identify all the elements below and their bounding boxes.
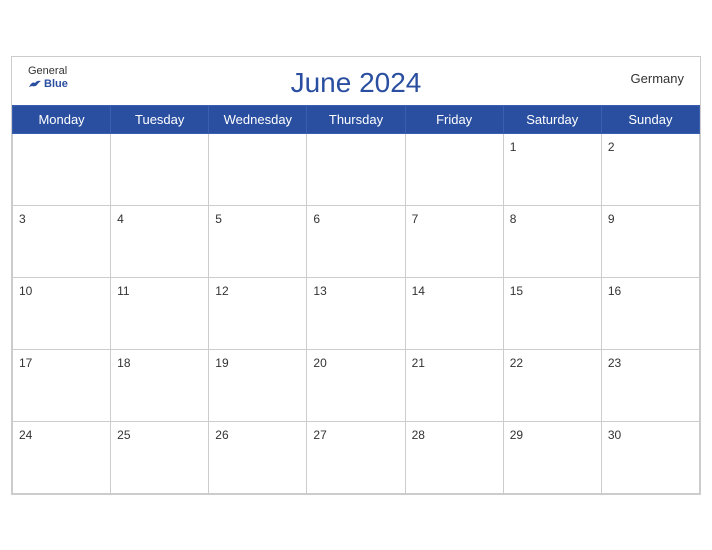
calendar-cell: 21	[405, 349, 503, 421]
day-number: 11	[117, 284, 129, 298]
day-number: 19	[215, 356, 228, 370]
day-number: 5	[215, 212, 222, 226]
weekday-thursday: Thursday	[307, 105, 405, 133]
calendar-cell: 17	[13, 349, 111, 421]
day-number: 20	[313, 356, 326, 370]
weekday-tuesday: Tuesday	[111, 105, 209, 133]
calendar-cell	[307, 133, 405, 205]
weekday-friday: Friday	[405, 105, 503, 133]
calendar-cell: 9	[601, 205, 699, 277]
day-number: 4	[117, 212, 124, 226]
calendar-cell: 13	[307, 277, 405, 349]
logo-blue-text: Blue	[28, 78, 68, 91]
calendar-cell: 23	[601, 349, 699, 421]
day-number: 26	[215, 428, 228, 442]
logo-area: General Blue	[28, 65, 68, 91]
bird-icon	[28, 79, 42, 89]
calendar-cell: 15	[503, 277, 601, 349]
day-number: 17	[19, 356, 32, 370]
day-number: 15	[510, 284, 523, 298]
calendar-cell: 3	[13, 205, 111, 277]
day-number: 16	[608, 284, 621, 298]
calendar-cell: 11	[111, 277, 209, 349]
calendar-cell: 6	[307, 205, 405, 277]
day-number: 13	[313, 284, 326, 298]
calendar-title: June 2024	[291, 67, 422, 99]
calendar-week-row: 24 25 26 27 28 29 30	[13, 421, 700, 493]
weekday-monday: Monday	[13, 105, 111, 133]
weekday-wednesday: Wednesday	[209, 105, 307, 133]
logo-general-text: General	[28, 65, 67, 78]
day-number: 25	[117, 428, 130, 442]
calendar-table: MondayTuesdayWednesdayThursdayFridaySatu…	[12, 105, 700, 494]
calendar-cell: 14	[405, 277, 503, 349]
calendar-cell: 19	[209, 349, 307, 421]
calendar-header: General Blue June 2024 Germany	[12, 57, 700, 105]
calendar-cell: 22	[503, 349, 601, 421]
calendar-cell: 5	[209, 205, 307, 277]
calendar-cell: 4	[111, 205, 209, 277]
day-number: 7	[412, 212, 419, 226]
day-number: 24	[19, 428, 32, 442]
country-label: Germany	[631, 71, 684, 86]
day-number: 1	[510, 140, 517, 154]
day-number: 3	[19, 212, 26, 226]
calendar-cell: 28	[405, 421, 503, 493]
day-number: 10	[19, 284, 32, 298]
day-number: 18	[117, 356, 130, 370]
day-number: 29	[510, 428, 523, 442]
day-number: 6	[313, 212, 320, 226]
day-number: 27	[313, 428, 326, 442]
day-number: 8	[510, 212, 517, 226]
calendar-week-row: 17 18 19 20 21 22 23	[13, 349, 700, 421]
day-number: 9	[608, 212, 615, 226]
weekday-saturday: Saturday	[503, 105, 601, 133]
day-number: 2	[608, 140, 615, 154]
calendar-cell: 20	[307, 349, 405, 421]
calendar-cell	[13, 133, 111, 205]
calendar-cell	[111, 133, 209, 205]
calendar-cell: 27	[307, 421, 405, 493]
calendar-week-row: 3 4 5 6 7 8 9	[13, 205, 700, 277]
weekday-header-row: MondayTuesdayWednesdayThursdayFridaySatu…	[13, 105, 700, 133]
calendar-cell	[209, 133, 307, 205]
calendar: General Blue June 2024 Germany MondayTue…	[11, 56, 701, 495]
calendar-cell: 7	[405, 205, 503, 277]
calendar-cell: 29	[503, 421, 601, 493]
calendar-week-row: 10 11 12 13 14 15 16	[13, 277, 700, 349]
day-number: 23	[608, 356, 621, 370]
weekday-sunday: Sunday	[601, 105, 699, 133]
calendar-cell: 18	[111, 349, 209, 421]
calendar-cell: 26	[209, 421, 307, 493]
calendar-cell: 1	[503, 133, 601, 205]
calendar-cell: 12	[209, 277, 307, 349]
calendar-cell: 10	[13, 277, 111, 349]
calendar-week-row: 12	[13, 133, 700, 205]
calendar-cell: 30	[601, 421, 699, 493]
calendar-cell: 25	[111, 421, 209, 493]
calendar-cell: 24	[13, 421, 111, 493]
day-number: 22	[510, 356, 523, 370]
day-number: 21	[412, 356, 425, 370]
day-number: 12	[215, 284, 228, 298]
calendar-cell: 2	[601, 133, 699, 205]
calendar-cell	[405, 133, 503, 205]
calendar-cell: 16	[601, 277, 699, 349]
day-number: 30	[608, 428, 621, 442]
calendar-cell: 8	[503, 205, 601, 277]
day-number: 28	[412, 428, 425, 442]
day-number: 14	[412, 284, 425, 298]
